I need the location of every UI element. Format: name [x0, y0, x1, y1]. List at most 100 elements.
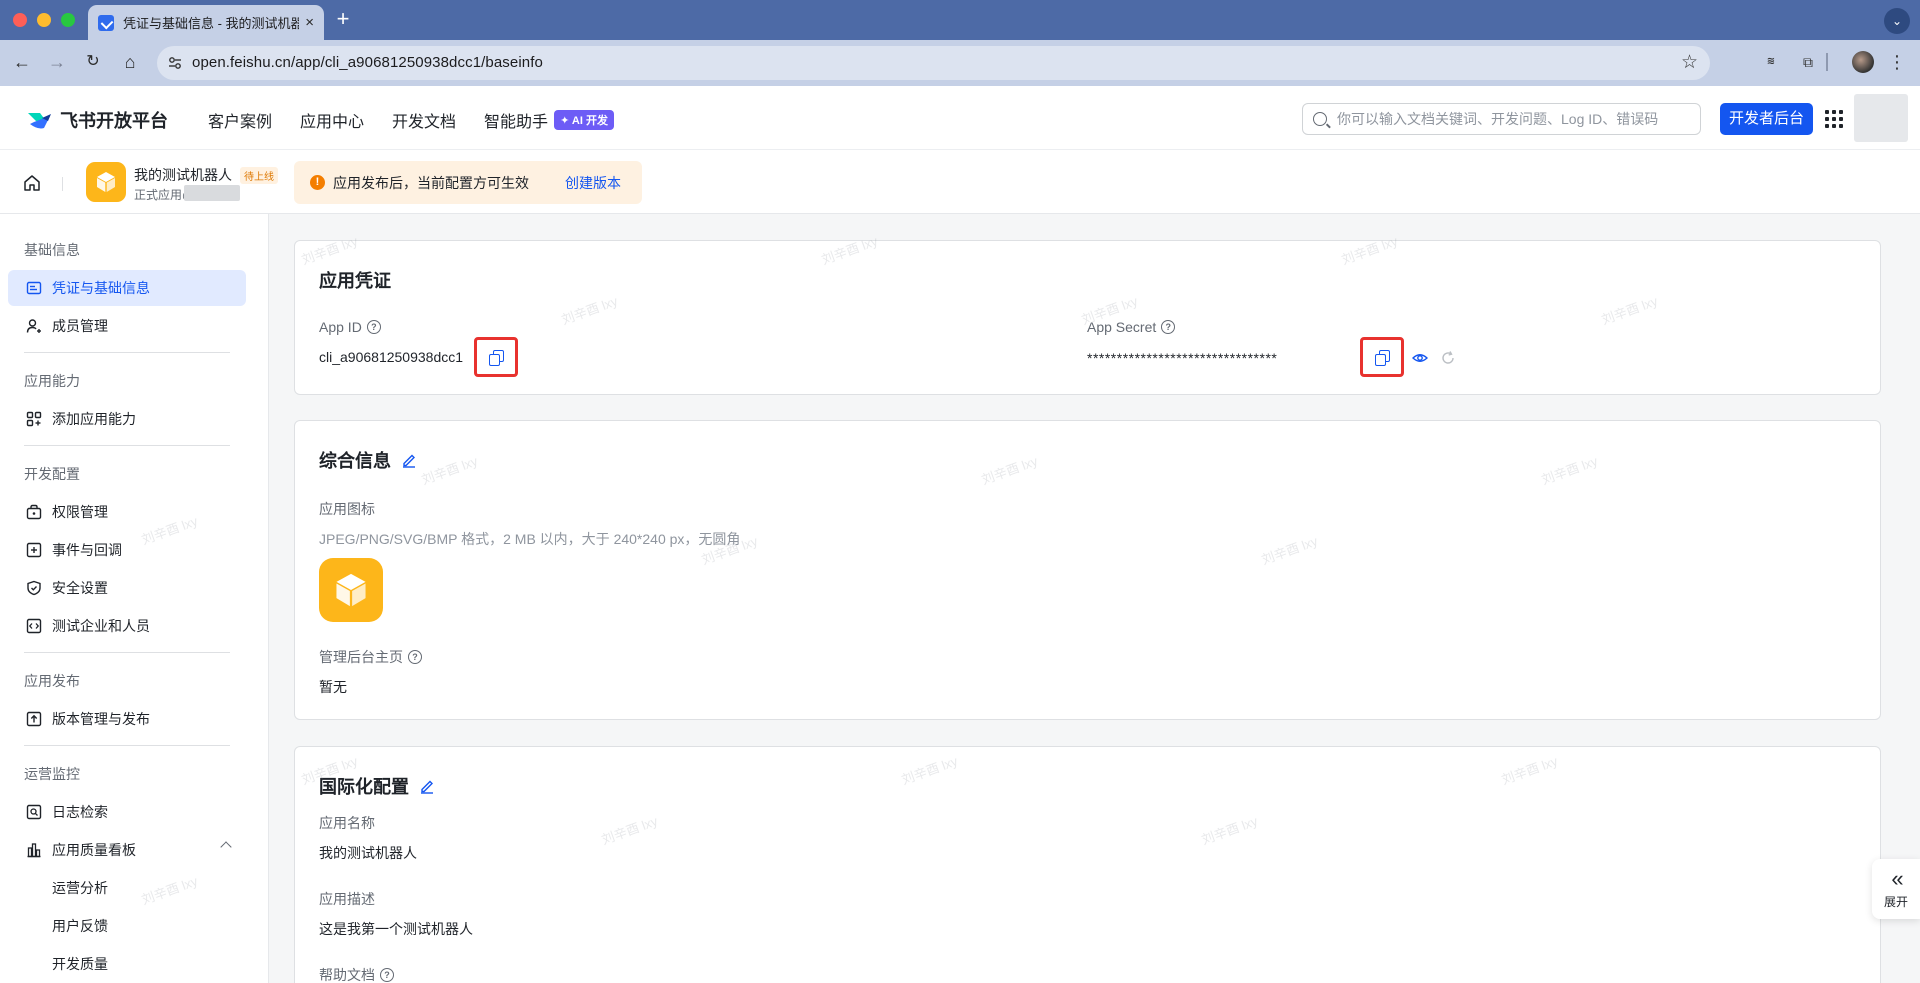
- general-info-card: 综合信息 应用图标 JPEG/PNG/SVG/BMP 格式，2 MB 以内，大于…: [294, 420, 1881, 720]
- user-avatar[interactable]: [1854, 94, 1908, 142]
- sidebar-group-ops: 运营监控: [24, 766, 80, 782]
- copy-icon: [489, 350, 504, 366]
- app-grid-icon[interactable]: [1825, 110, 1843, 128]
- sidebar-item-label: 权限管理: [52, 504, 108, 520]
- sidebar-item-events[interactable]: 事件与回调: [8, 532, 246, 568]
- lock-box-icon: [26, 504, 42, 520]
- copy-icon: [1375, 350, 1390, 366]
- new-tab-button[interactable]: +: [330, 6, 356, 32]
- sidebar-item-log-search[interactable]: 日志检索: [8, 794, 246, 830]
- refresh-icon[interactable]: [1440, 350, 1456, 366]
- tab-close-icon[interactable]: ×: [305, 14, 314, 31]
- nav-app-center[interactable]: 应用中心: [300, 108, 364, 132]
- help-circle-icon[interactable]: ?: [1161, 320, 1176, 334]
- url-text: open.feishu.cn/app/cli_a90681250938dcc1/…: [192, 54, 543, 71]
- sidebar-item-security[interactable]: 安全设置: [8, 570, 246, 606]
- browser-toolbar: ← → ↻ ⌂ open.feishu.cn/app/cli_a90681250…: [0, 40, 1920, 86]
- publish-notice-text: 应用发布后，当前配置方可生效: [333, 174, 529, 191]
- toolbar-divider: [1826, 53, 1828, 71]
- create-version-link[interactable]: 创建版本: [565, 173, 621, 193]
- copy-app-secret-button[interactable]: [1360, 337, 1404, 377]
- sidebar-item-dev-quality[interactable]: 开发质量: [8, 946, 246, 982]
- home-icon[interactable]: [23, 174, 41, 192]
- extension-rss-icon[interactable]: ≋: [1760, 51, 1782, 73]
- window-minimize-button[interactable]: [37, 13, 51, 27]
- search-icon: [1313, 112, 1327, 126]
- sidebar-group-publish: 应用发布: [24, 673, 80, 689]
- forward-arrow-icon[interactable]: →: [44, 49, 70, 75]
- app-icon-hint: JPEG/PNG/SVG/BMP 格式，2 MB 以内，大于 240*240 p…: [319, 531, 741, 547]
- homepage-value: 暂无: [319, 679, 347, 695]
- ai-dev-badge: ✦ AI 开发: [554, 110, 614, 130]
- app-icon-label: 应用图标: [319, 501, 375, 517]
- home-browser-icon[interactable]: ⌂: [117, 49, 143, 75]
- browser-menu-icon[interactable]: ⋮: [1886, 51, 1908, 73]
- sidebar-group-dev: 开发配置: [24, 466, 80, 482]
- nav-dev-docs[interactable]: 开发文档: [392, 108, 456, 132]
- sidebar-item-label: 开发质量: [52, 956, 108, 972]
- feishu-logo-icon: [28, 113, 51, 129]
- nav-customer-cases[interactable]: 客户案例: [208, 108, 272, 132]
- logo-text: 飞书开放平台: [60, 111, 168, 131]
- window-close-button[interactable]: [13, 13, 27, 27]
- sidebar-item-members[interactable]: 成员管理: [8, 308, 246, 344]
- sidebar-item-feedback[interactable]: 用户反馈: [8, 908, 246, 944]
- warning-icon: !: [310, 175, 325, 190]
- publish-notice: ! 应用发布后，当前配置方可生效 创建版本: [294, 161, 642, 204]
- sidebar-item-test-org[interactable]: 测试企业和人员: [8, 608, 246, 644]
- sidebar-item-label: 运营分析: [52, 880, 108, 896]
- edit-pencil-icon[interactable]: [419, 778, 435, 794]
- app-desc-value: 这是我第一个测试机器人: [319, 921, 473, 937]
- address-bar[interactable]: open.feishu.cn/app/cli_a90681250938dcc1/…: [157, 46, 1710, 80]
- cube-icon: [336, 573, 366, 607]
- help-doc-label-text: 帮助文档: [319, 967, 375, 983]
- sidebar-item-label: 应用质量看板: [52, 842, 136, 858]
- sidebar-item-ops-analysis[interactable]: 运营分析: [8, 870, 246, 906]
- sidebar-item-label: 添加应用能力: [52, 411, 136, 427]
- site-settings-icon[interactable]: [167, 55, 183, 71]
- expand-panel-button[interactable]: « 展开: [1872, 859, 1920, 919]
- developer-console-button[interactable]: 开发者后台: [1720, 103, 1814, 135]
- app-secret-label: App Secret ?: [1087, 319, 1176, 335]
- app-secret-value: ********************************: [1087, 350, 1278, 366]
- sidebar-item-versions[interactable]: 版本管理与发布: [8, 701, 246, 737]
- eye-icon[interactable]: [1412, 350, 1428, 366]
- sidebar-divider: [24, 445, 230, 446]
- sidebar-item-credentials[interactable]: 凭证与基础信息: [8, 270, 246, 306]
- sidebar-item-add-ability[interactable]: 添加应用能力: [8, 401, 246, 437]
- tab-search-dropdown-icon[interactable]: ⌄: [1884, 8, 1910, 34]
- extensions-puzzle-icon[interactable]: ⧉: [1797, 51, 1819, 73]
- credentials-card: 应用凭证 App ID ? cli_a90681250938dcc1 App S…: [294, 240, 1881, 395]
- app-icon-upload[interactable]: [319, 558, 383, 622]
- chevron-up-icon[interactable]: [220, 841, 232, 853]
- copy-app-id-button[interactable]: [474, 337, 518, 377]
- help-circle-icon[interactable]: ?: [408, 650, 422, 664]
- window-zoom-button[interactable]: [61, 13, 75, 27]
- subheader-divider: [62, 177, 63, 191]
- edit-pencil-icon[interactable]: [401, 452, 417, 468]
- feishu-favicon-icon: [98, 14, 114, 31]
- back-arrow-icon[interactable]: ←: [9, 49, 35, 75]
- tab-title: 凭证与基础信息 - 我的测试机器人: [123, 16, 300, 31]
- general-info-title-text: 综合信息: [319, 451, 391, 471]
- app-header: 飞书开放平台 客户案例 应用中心 开发文档 智能助手 ✦ AI 开发 开发者后台: [0, 86, 1920, 150]
- bookmark-star-icon[interactable]: ☆: [1681, 51, 1698, 74]
- double-chevron-left-icon: «: [1891, 865, 1903, 891]
- i18n-title-text: 国际化配置: [319, 777, 409, 797]
- nav-smart-assistant[interactable]: 智能助手 ✦ AI 开发: [484, 108, 614, 132]
- browser-tab-active[interactable]: 凭证与基础信息 - 我的测试机器人 ×: [88, 5, 324, 40]
- org-name-redacted: [184, 185, 240, 201]
- browser-profile-avatar[interactable]: [1852, 51, 1874, 73]
- sidebar-item-permissions[interactable]: 权限管理: [8, 494, 246, 530]
- browser-tab-bar: 凭证与基础信息 - 我的测试机器人 × + ⌄: [0, 0, 1920, 40]
- feishu-logo[interactable]: 飞书开放平台: [26, 107, 168, 133]
- help-circle-icon[interactable]: ?: [366, 320, 381, 334]
- sidebar-group-ability: 应用能力: [24, 373, 80, 389]
- help-circle-icon[interactable]: ?: [380, 968, 394, 982]
- homepage-label-text: 管理后台主页: [319, 649, 403, 665]
- doc-search-input[interactable]: [1337, 111, 1687, 127]
- doc-search-box[interactable]: [1302, 103, 1701, 135]
- reload-icon[interactable]: ↻: [80, 49, 106, 75]
- sidebar-item-label: 日志检索: [52, 804, 108, 820]
- sidebar-item-quality[interactable]: 应用质量看板: [8, 832, 246, 868]
